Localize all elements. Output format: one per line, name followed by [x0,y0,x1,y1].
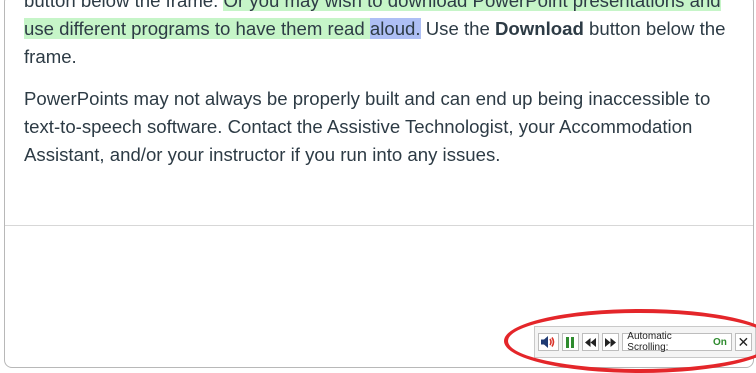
scroll-label: Automatic Scrolling: [627,331,672,353]
paragraph-line: frame. [24,46,77,67]
paragraph-line: Assistant, and/or your instructor if you… [24,144,501,165]
content-frame: button below the frame. Or you may wish … [4,0,754,368]
paragraph-download-info: button below the frame. Or you may wish … [24,0,725,71]
download-bold-text: Download [495,18,584,39]
text-segment: button below the [583,18,726,39]
speaker-icon[interactable] [538,333,559,351]
paragraph-line: PowerPoints may not always be properly b… [24,88,711,109]
text-segment: button below the frame. [24,0,224,11]
paragraph-accessibility-note: PowerPoints may not always be properly b… [24,85,714,169]
automatic-scrolling-toggle[interactable]: Automatic Scrolling: On [622,331,732,353]
pause-icon[interactable] [561,333,580,351]
text-segment: Use the [420,18,495,39]
section-divider [5,225,753,226]
highlighted-sentence: use different programs to have them read [24,18,370,39]
highlighted-sentence: Or you may wish to download PowerPoint p… [223,0,721,11]
paragraph-line: button below the frame. Or you may wish … [24,0,721,15]
rewind-icon[interactable] [582,333,600,351]
scroll-state: On [712,336,727,348]
paragraph-line: use different programs to have them read… [24,15,725,43]
close-icon[interactable]: ✕ [734,333,752,351]
fast-forward-icon[interactable] [602,333,620,351]
paragraph-line: text-to-speech software. Contact the Ass… [24,116,693,137]
text-to-speech-toolbar: Automatic Scrolling: On ✕ [534,326,756,358]
highlighted-current-word: aloud. [369,18,421,39]
